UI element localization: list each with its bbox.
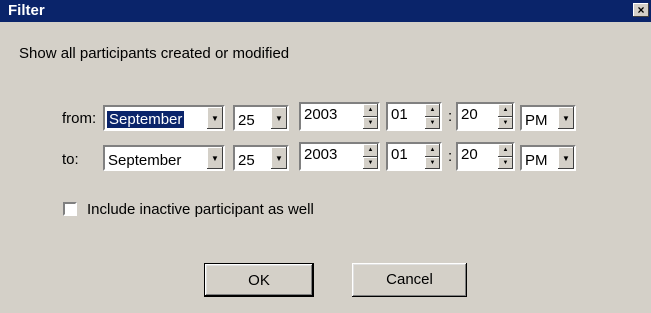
arrow-down-icon[interactable]: ▼ xyxy=(498,156,513,169)
arrow-up-icon[interactable]: ▲ xyxy=(425,144,440,157)
arrow-up-icon[interactable]: ▲ xyxy=(498,144,513,157)
chevron-down-icon[interactable]: ▼ xyxy=(558,147,574,169)
cancel-button[interactable]: Cancel xyxy=(352,263,467,297)
include-inactive-checkbox[interactable] xyxy=(63,202,77,216)
close-button[interactable]: × xyxy=(633,3,649,17)
from-hour-spinner[interactable]: 01 ▲ ▼ xyxy=(386,102,442,131)
to-minute-spinner[interactable]: 20 ▲ ▼ xyxy=(456,142,515,171)
arrow-up-icon[interactable]: ▲ xyxy=(498,104,513,117)
from-ampm-combo[interactable]: PM ▼ xyxy=(520,105,576,131)
filter-dialog: Filter × Show all participants created o… xyxy=(0,0,651,313)
arrow-up-icon[interactable]: ▲ xyxy=(363,144,378,157)
to-hour-value: 01 xyxy=(391,146,408,163)
to-time-separator: : xyxy=(448,148,453,165)
arrow-down-icon[interactable]: ▼ xyxy=(425,156,440,169)
arrow-down-icon[interactable]: ▼ xyxy=(363,116,378,129)
chevron-down-icon[interactable]: ▼ xyxy=(558,107,574,129)
to-ampm-combo[interactable]: PM ▼ xyxy=(520,145,576,171)
arrow-down-icon[interactable]: ▼ xyxy=(425,116,440,129)
title-bar: Filter × xyxy=(0,0,651,22)
chevron-down-icon[interactable]: ▼ xyxy=(271,107,287,129)
from-minute-spinner[interactable]: 20 ▲ ▼ xyxy=(456,102,515,131)
to-month-value: September xyxy=(108,152,182,169)
to-month-combo[interactable]: September ▼ xyxy=(103,145,225,171)
from-minute-value: 20 xyxy=(461,106,478,123)
from-day-value: 25 xyxy=(238,112,255,129)
from-year-value: 2003 xyxy=(304,106,338,123)
from-ampm-value: PM xyxy=(525,112,548,129)
to-minute-value: 20 xyxy=(461,146,478,163)
to-year-value: 2003 xyxy=(304,146,338,163)
chevron-down-icon[interactable]: ▼ xyxy=(271,147,287,169)
from-day-combo[interactable]: 25 ▼ xyxy=(233,105,289,131)
window-title: Filter xyxy=(8,2,45,19)
chevron-down-icon[interactable]: ▼ xyxy=(207,107,223,129)
from-month-combo[interactable]: September ▼ xyxy=(103,105,225,131)
to-label: to: xyxy=(62,151,79,168)
arrow-down-icon[interactable]: ▼ xyxy=(363,156,378,169)
from-label: from: xyxy=(62,110,97,127)
to-day-combo[interactable]: 25 ▼ xyxy=(233,145,289,171)
to-hour-spinner[interactable]: 01 ▲ ▼ xyxy=(386,142,442,171)
to-ampm-value: PM xyxy=(525,152,548,169)
description-label: Show all participants created or modifie… xyxy=(19,45,290,62)
arrow-up-icon[interactable]: ▲ xyxy=(363,104,378,117)
ok-button[interactable]: OK xyxy=(204,263,314,297)
from-month-value: September xyxy=(105,110,186,129)
to-year-spinner[interactable]: 2003 ▲ ▼ xyxy=(299,142,380,171)
include-inactive-label[interactable]: Include inactive participant as well xyxy=(87,201,314,218)
from-time-separator: : xyxy=(448,108,453,125)
from-hour-value: 01 xyxy=(391,106,408,123)
from-year-spinner[interactable]: 2003 ▲ ▼ xyxy=(299,102,380,131)
arrow-up-icon[interactable]: ▲ xyxy=(425,104,440,117)
to-day-value: 25 xyxy=(238,152,255,169)
arrow-down-icon[interactable]: ▼ xyxy=(498,116,513,129)
chevron-down-icon[interactable]: ▼ xyxy=(207,147,223,169)
